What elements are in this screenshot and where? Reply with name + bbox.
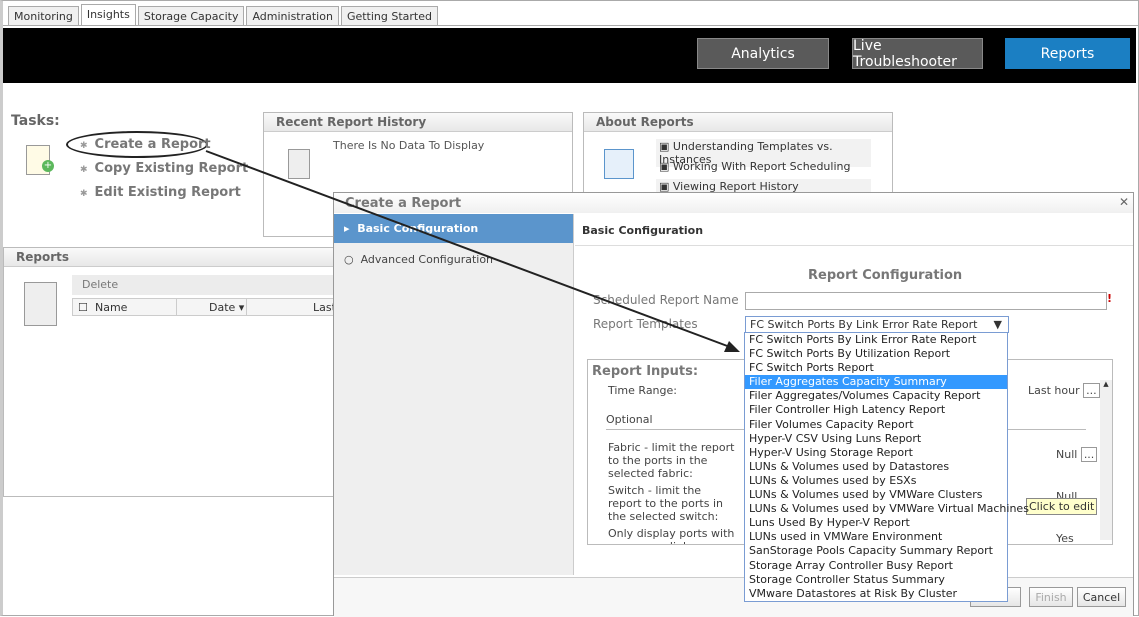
dropdown-option[interactable]: Hyper-V CSV Using Luns Report (745, 432, 1007, 446)
cancel-button[interactable]: Cancel (1077, 587, 1126, 607)
tasks-title: Tasks: (11, 113, 60, 129)
dialog-nav: ▸ Basic Configuration ○ Advanced Configu… (334, 214, 574, 575)
close-icon[interactable]: ✕ (1119, 195, 1129, 209)
only-label: Only display ports with a non-zero link … (608, 527, 735, 544)
tab-administration[interactable]: Administration (246, 6, 339, 25)
create-report-dialog: Create a Report ✕ ▸ Basic Configuration … (333, 192, 1134, 617)
dropdown-option[interactable]: LUNs & Volumes used by VMWare Clusters (745, 488, 1007, 502)
templates-dropdown-list: FC Switch Ports By Link Error Rate Repor… (744, 332, 1029, 602)
dropdown-option[interactable]: FC Switch Ports By Link Error Rate Repor… (745, 333, 1007, 347)
dropdown-option[interactable]: Filer Aggregates Capacity Summary (745, 375, 1007, 390)
dropdown-option[interactable]: Storage Array Controller Busy Report (745, 559, 1007, 573)
nav-advanced-configuration[interactable]: ○ Advanced Configuration (334, 243, 573, 276)
time-range-value[interactable]: Last hour ... (1028, 383, 1100, 398)
dropdown-option[interactable]: FC Switch Ports By Utilization Report (745, 347, 1007, 361)
about-link[interactable]: ▣ Working With Report Scheduling (656, 159, 853, 174)
copy-report-link[interactable]: ✱ Copy Existing Report (80, 161, 248, 176)
tooltip: Click to edit (1026, 498, 1098, 515)
templates-select[interactable]: FC Switch Ports By Link Error Rate Repor… (745, 316, 1009, 333)
name-label: Scheduled Report Name (593, 293, 739, 307)
create-report-icon: + (26, 145, 54, 175)
section-title: Basic Configuration (575, 214, 1133, 246)
tab-divider (3, 25, 1139, 26)
reports-button[interactable]: Reports (1005, 38, 1130, 69)
chevron-down-icon: ▼ (993, 318, 1002, 331)
banner: Analytics Live Troubleshooter Reports (3, 28, 1136, 83)
tab-insights[interactable]: Insights (80, 4, 136, 25)
tab-monitoring[interactable]: Monitoring (8, 6, 79, 25)
time-range-label: Time Range: (608, 384, 677, 397)
col-date[interactable]: Date ▾ (177, 299, 247, 315)
empty-text: There Is No Data To Display (333, 139, 485, 152)
edit-report-link[interactable]: ✱ Edit Existing Report (80, 185, 241, 200)
reports-chart-icon (24, 282, 57, 326)
col-last[interactable]: Last (247, 299, 336, 315)
dropdown-option[interactable]: LUNs & Volumes used by VMWare Virtual Ma… (745, 502, 1029, 516)
dropdown-option[interactable]: Filer Controller High Latency Report (745, 403, 1007, 417)
dropdown-option[interactable]: Hyper-V Using Storage Report (745, 446, 1007, 460)
panel-title: About Reports (584, 113, 892, 132)
templates-label: Report Templates (593, 317, 698, 331)
config-title: Report Configuration (808, 268, 963, 283)
delete-button[interactable]: Delete (72, 275, 342, 295)
dropdown-option[interactable]: LUNs used in VMWare Environment (745, 530, 1007, 544)
dropdown-option[interactable]: Luns Used By Hyper-V Report (745, 516, 1007, 530)
dropdown-option[interactable]: VMware Datastores at Risk By Cluster (745, 587, 1007, 601)
inputs-title: Report Inputs: (592, 364, 699, 379)
scrollbar[interactable]: ▲ (1100, 380, 1112, 540)
tab-getting-started[interactable]: Getting Started (340, 6, 438, 25)
finish-button[interactable]: Finish (1029, 587, 1073, 607)
dialog-title: Create a Report (334, 193, 1133, 213)
report-name-input[interactable] (745, 292, 1107, 310)
reports-panel: Reports Delete ☐ Name Date ▾ Last (3, 247, 343, 497)
dropdown-option[interactable]: Storage Controller Status Summary (745, 573, 1007, 587)
chart-icon (288, 149, 310, 179)
col-name[interactable]: Name (93, 299, 177, 315)
panel-title: Recent Report History (264, 113, 572, 132)
fabric-label: Fabric - limit the report to the ports i… (608, 441, 735, 480)
select-all-checkbox[interactable]: ☐ (73, 299, 93, 315)
dropdown-option[interactable]: Filer Volumes Capacity Report (745, 418, 1007, 432)
dropdown-option[interactable]: FC Switch Ports Report (745, 361, 1007, 375)
reports-table-header: ☐ Name Date ▾ Last (72, 298, 342, 316)
dropdown-option[interactable]: SanStorage Pools Capacity Summary Report (745, 544, 1007, 558)
create-report-link[interactable]: ✱ Create a Report (80, 137, 211, 152)
analytics-button[interactable]: Analytics (697, 38, 829, 69)
panel-title: Reports (4, 248, 342, 267)
tab-storage-capacity[interactable]: Storage Capacity (137, 6, 245, 25)
live-troubleshooter-button[interactable]: Live Troubleshooter (852, 38, 983, 70)
about-reports-panel: About Reports ▣ Understanding Templates … (583, 112, 893, 194)
main-tabs: Monitoring Insights Storage Capacity Adm… (8, 4, 438, 25)
switch-label: Switch - limit the report to the ports i… (608, 484, 723, 523)
help-doc-icon (604, 149, 634, 179)
required-icon: ! (1107, 292, 1113, 305)
dropdown-option[interactable]: LUNs & Volumes used by Datastores (745, 460, 1007, 474)
dropdown-option[interactable]: Filer Aggregates/Volumes Capacity Report (745, 389, 1007, 403)
dropdown-option[interactable]: LUNs & Volumes used by ESXs (745, 474, 1007, 488)
nav-basic-configuration[interactable]: ▸ Basic Configuration (334, 214, 573, 243)
only-value[interactable]: Yes (1056, 532, 1074, 544)
fabric-value[interactable]: Null ... (1056, 447, 1098, 462)
